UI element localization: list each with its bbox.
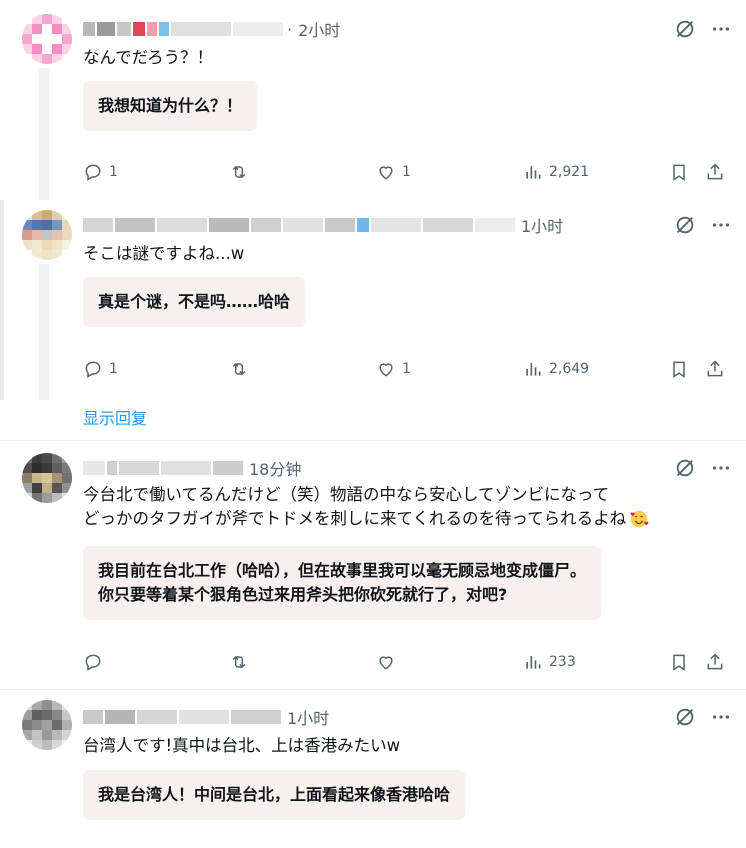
views-icon [526, 166, 541, 179]
retweet-button[interactable] [229, 357, 249, 381]
reply-icon [85, 654, 101, 671]
separator-dot: · [287, 19, 293, 39]
reply-header: · 2小时 [83, 18, 340, 40]
avatar[interactable] [22, 700, 72, 750]
reply-3[interactable]: 18分钟 今台北で働いてるんだけど（笑）物語の中なら安心してゾンビになって どっ… [0, 441, 746, 688]
views-count: 2,921 [549, 164, 590, 180]
translation-line: 我目前在台北工作（哈哈），但在故事里我可以毫无顾忌地变成僵尸。 [98, 561, 587, 580]
reply-header: 1小时 [83, 214, 563, 236]
retweet-button[interactable] [229, 160, 249, 184]
reply-4[interactable]: 1小时 台湾人です!真中は台北、上は香港みたいw 我是台湾人！中间是台北，上面看… [0, 690, 746, 848]
views-button[interactable]: 233 [523, 650, 576, 674]
grok-icon[interactable] [674, 706, 696, 728]
views-button[interactable]: 2,649 [523, 357, 589, 381]
like-button[interactable] [376, 650, 396, 674]
reply-text-line: 今台北で働いてるんだけど（笑）物語の中なら安心してゾンビになって [83, 485, 610, 504]
translation-box: 我是台湾人！中间是台北，上面看起来像香港哈哈 [83, 770, 466, 820]
share-button[interactable] [705, 650, 725, 674]
reply-button[interactable] [83, 650, 103, 674]
bookmark-button[interactable] [669, 160, 689, 184]
reply-button[interactable]: 1 [83, 160, 118, 184]
reply-text: なんでだろう？！ [83, 48, 214, 67]
translation-box: 我目前在台北工作（哈哈），但在故事里我可以毫无顾忌地变成僵尸。 你只要等着某个狠… [83, 546, 602, 620]
action-bar: 1 1 2,649 [83, 357, 730, 381]
blurred-username[interactable] [83, 217, 515, 233]
action-bar: 1 1 2,921 [83, 160, 730, 184]
like-button[interactable]: 1 [376, 357, 411, 381]
more-icon[interactable] [710, 18, 732, 40]
bookmark-button[interactable] [669, 650, 689, 674]
more-icon[interactable] [710, 706, 732, 728]
translation-line: 你只要等着某个狠角色过来用斧头把你砍死就行了，对吧? [98, 585, 508, 604]
avatar[interactable] [22, 453, 72, 503]
share-icon [707, 653, 723, 670]
reply-count: 1 [109, 164, 118, 180]
share-icon [707, 163, 723, 180]
grok-icon[interactable] [674, 457, 696, 479]
like-icon [379, 363, 393, 377]
thread-line [39, 264, 49, 400]
more-icon[interactable] [710, 214, 732, 236]
retweet-icon [232, 655, 246, 669]
blurred-username[interactable] [83, 21, 283, 37]
blurred-username[interactable] [83, 460, 243, 476]
timestamp[interactable]: 18分钟 [249, 456, 301, 480]
timestamp[interactable]: 1小时 [521, 213, 563, 237]
reply-header: 1小时 [83, 706, 329, 728]
bookmark-icon [673, 654, 685, 671]
translation-box: 我想知道为什么？！ [83, 81, 258, 131]
blurred-username[interactable] [83, 709, 281, 725]
reply-button[interactable]: 1 [83, 357, 118, 381]
avatar[interactable] [22, 210, 72, 260]
retweet-icon [232, 362, 246, 376]
bookmark-button[interactable] [669, 357, 689, 381]
bookmark-icon [673, 361, 685, 378]
like-icon [379, 166, 393, 180]
reply-text: 台湾人です!真中は台北、上は香港みたいw [83, 736, 401, 755]
reply-text-line: どっかのタフガイが斧でトドメを刺しに来てくれるのを待ってられるよね [83, 509, 627, 528]
share-button[interactable] [705, 357, 725, 381]
translation-box: 真是个谜，不是吗……哈哈 [83, 277, 306, 327]
views-count: 233 [549, 654, 576, 670]
views-icon [526, 363, 541, 376]
like-icon [379, 656, 393, 670]
reply-text-line-2-wrap: どっかのタフガイが斧でトドメを刺しに来てくれるのを待ってられるよね [83, 507, 716, 531]
share-button[interactable] [705, 160, 725, 184]
views-button[interactable]: 2,921 [523, 160, 589, 184]
timestamp[interactable]: 1小时 [287, 705, 329, 729]
views-count: 2,649 [549, 361, 590, 377]
reply-2[interactable]: 1小时 そこは謎ですよね...w 真是个谜，不是吗……哈哈 1 1 2,649 [0, 200, 746, 400]
more-icon[interactable] [710, 457, 732, 479]
share-icon [707, 360, 723, 377]
reply-icon [85, 361, 101, 378]
retweet-button[interactable] [229, 650, 249, 674]
reply-text: 今台北で働いてるんだけど（笑）物語の中なら安心してゾンビになって どっかのタフガ… [83, 483, 716, 531]
bookmark-icon [673, 164, 685, 181]
like-count: 1 [402, 361, 411, 377]
reply-1[interactable]: · 2小时 なんでだろう？！ 我想知道为什么？！ 1 1 2,921 [0, 0, 746, 200]
thread-line [39, 68, 49, 200]
avatar[interactable] [22, 14, 72, 64]
grok-icon[interactable] [674, 214, 696, 236]
views-icon [526, 656, 541, 669]
action-bar: 233 [83, 650, 730, 674]
reply-count: 1 [109, 361, 118, 377]
reply-header: 18分钟 [83, 457, 301, 479]
smiling-face-with-hearts-emoji [630, 510, 649, 528]
like-count: 1 [402, 164, 411, 180]
reply-icon [85, 164, 101, 181]
like-button[interactable]: 1 [376, 160, 411, 184]
timestamp[interactable]: 2小时 [298, 17, 340, 41]
show-replies-link[interactable]: 显示回复 [83, 405, 147, 429]
reply-text: そこは謎ですよね...w [83, 244, 245, 263]
grok-icon[interactable] [674, 18, 696, 40]
retweet-icon [232, 165, 246, 179]
